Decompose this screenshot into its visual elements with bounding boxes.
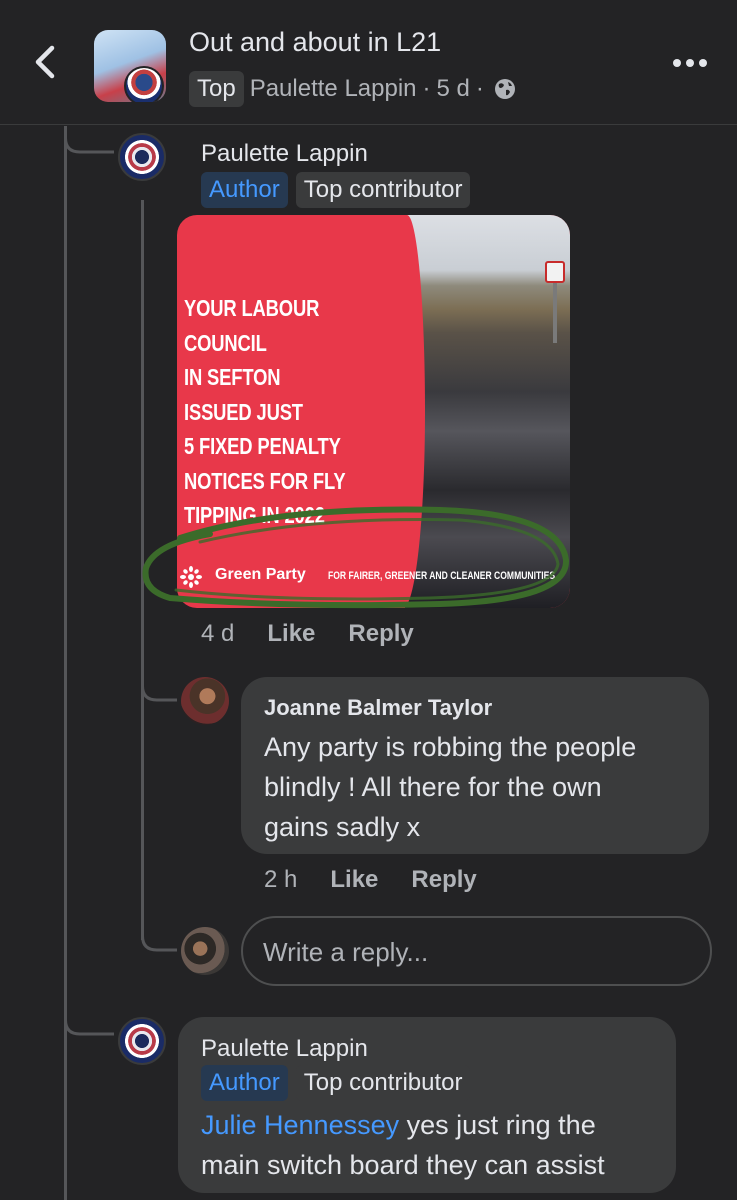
- avatar[interactable]: [181, 677, 229, 725]
- author-badge: Author: [201, 1065, 288, 1101]
- avatar[interactable]: [118, 1017, 166, 1065]
- author-badge: Author: [201, 172, 288, 208]
- reply-field[interactable]: [241, 916, 712, 986]
- reply-button[interactable]: Reply: [411, 866, 476, 894]
- comment-time[interactable]: 4 d: [201, 620, 234, 648]
- avatar[interactable]: [118, 133, 166, 181]
- post-header: Out and about in L21 Top Paulette Lappin…: [0, 0, 737, 125]
- meta-separator: ·: [422, 75, 431, 102]
- comment-author[interactable]: Paulette Lappin: [201, 1035, 368, 1063]
- reply-input[interactable]: [263, 932, 683, 972]
- comment-actions: 2 h Like Reply: [264, 866, 477, 894]
- sign-pole: [553, 283, 557, 343]
- party-name: Green Party: [215, 566, 306, 583]
- like-button[interactable]: Like: [330, 866, 378, 894]
- thread-connector: [64, 126, 114, 154]
- comment-image[interactable]: YOUR LABOUR COUNCIL IN SEFTON ISSUED JUS…: [177, 215, 570, 608]
- party-tagline: FOR FAIRER, GREENER AND CLEANER COMMUNIT…: [328, 570, 556, 582]
- poster-headline: YOUR LABOUR COUNCIL IN SEFTON ISSUED JUS…: [184, 295, 346, 528]
- reply-button[interactable]: Reply: [348, 620, 413, 648]
- back-chevron-icon[interactable]: [28, 42, 62, 82]
- comment-text-line1: yes just ring the: [399, 1110, 596, 1140]
- meta-separator-2: ·: [475, 75, 484, 102]
- group-title[interactable]: Out and about in L21: [189, 27, 441, 58]
- mention-link[interactable]: Julie Hennessey: [201, 1110, 399, 1140]
- comment-badges: Author Top contributor: [201, 172, 471, 208]
- post-age[interactable]: 5 d: [437, 75, 470, 103]
- comment-text: Julie Hennessey yes just ring the main sw…: [201, 1105, 671, 1185]
- top-contributor-badge: Top contributor: [295, 1065, 471, 1101]
- globe-icon: [494, 79, 515, 99]
- comment-author[interactable]: Paulette Lappin: [201, 140, 368, 168]
- poster-name[interactable]: Paulette Lappin: [250, 75, 417, 103]
- thread-line-sub: [141, 200, 144, 940]
- poster-mini-avatar: [124, 66, 164, 102]
- comment-time[interactable]: 2 h: [264, 866, 297, 894]
- top-badge: Top: [189, 71, 244, 107]
- avatar: [181, 927, 229, 975]
- more-options-icon[interactable]: [672, 55, 708, 71]
- green-party-logo-icon: [180, 566, 202, 588]
- comment-actions: 4 d Like Reply: [201, 620, 414, 648]
- thread-connector: [64, 1000, 114, 1036]
- comment-text-line2: main switch board they can assist: [201, 1150, 605, 1180]
- comment-bubble: Paulette Lappin Author Top contributor J…: [178, 1017, 676, 1193]
- group-avatar[interactable]: [94, 30, 166, 102]
- like-button[interactable]: Like: [267, 620, 315, 648]
- road-sign: [545, 261, 565, 283]
- comment-badges: Author Top contributor: [201, 1065, 471, 1101]
- top-contributor-badge: Top contributor: [295, 172, 471, 208]
- comment-text: Any party is robbing the people blindly …: [264, 732, 637, 842]
- comment-bubble: Joanne Balmer Taylor Any party is robbin…: [241, 677, 709, 854]
- comment-author[interactable]: Joanne Balmer Taylor: [264, 695, 492, 721]
- post-meta: Top Paulette Lappin · 5 d ·: [189, 70, 516, 108]
